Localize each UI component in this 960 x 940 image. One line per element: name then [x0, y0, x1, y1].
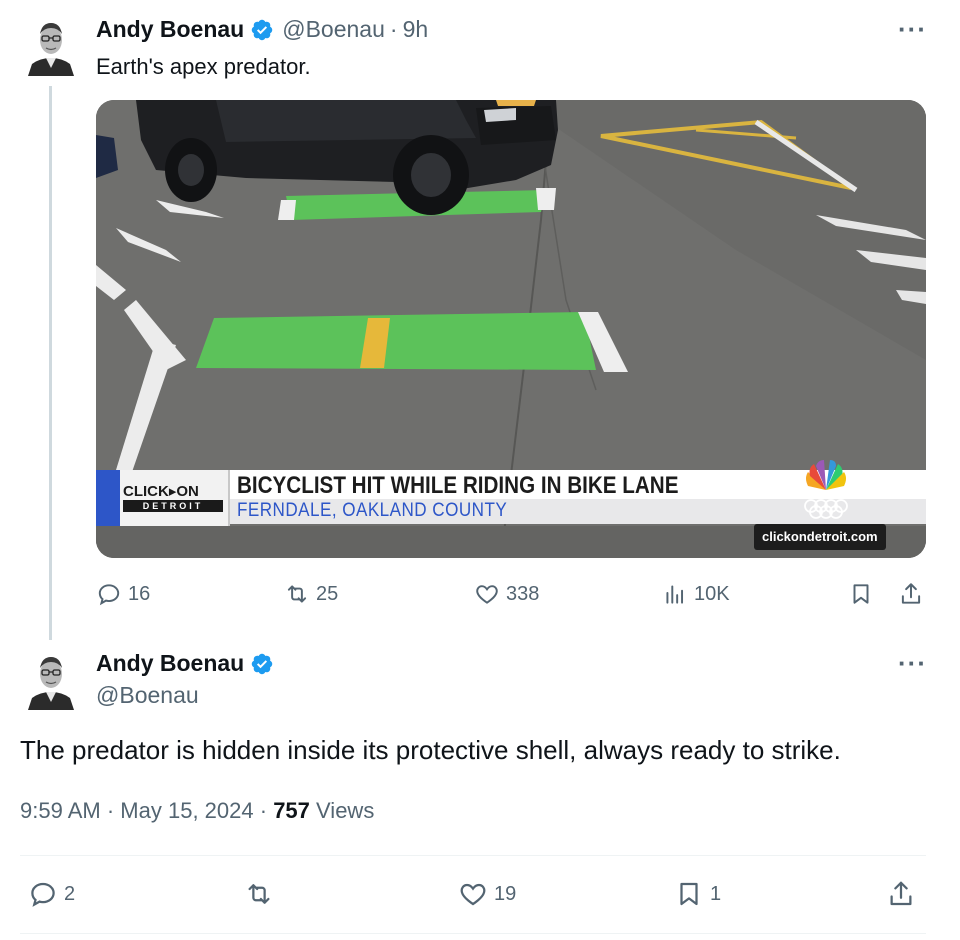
author-handle[interactable]: @Boenau — [282, 16, 385, 43]
repost-button[interactable]: 25 — [284, 581, 338, 607]
reply-count: 2 — [64, 882, 76, 905]
video-media[interactable]: CLICK▸ON DETROIT BICYCLIST HIT WHILE RID… — [96, 100, 926, 558]
bookmark-count: 1 — [710, 882, 722, 905]
heart-icon — [458, 879, 488, 909]
bookmark-button[interactable] — [848, 581, 874, 607]
avatar[interactable] — [22, 14, 80, 76]
heart-icon — [474, 581, 500, 607]
tweet-header: Andy Boenau — [96, 650, 274, 677]
logo-bottom-text: DETROIT — [123, 500, 223, 512]
tweet-text: Earth's apex predator. — [96, 54, 311, 79]
bookmark-icon — [848, 581, 874, 607]
like-button[interactable]: 338 — [474, 581, 539, 607]
share-button[interactable] — [898, 581, 924, 607]
views-label: Views — [316, 798, 375, 823]
repost-button[interactable] — [244, 879, 280, 909]
watermark-text: clickondetroit.com — [754, 524, 886, 550]
view-count: 10K — [694, 582, 730, 605]
tweet-text: The predator is hidden inside its protec… — [20, 735, 841, 765]
reply-icon — [96, 581, 122, 607]
tweet-time[interactable]: 9h — [403, 16, 429, 43]
repost-icon — [284, 581, 310, 607]
repost-count: 25 — [316, 582, 339, 605]
views-button[interactable]: 10K — [662, 581, 730, 607]
share-icon — [886, 879, 916, 909]
divider — [20, 933, 926, 934]
reply-button[interactable]: 2 — [28, 879, 75, 909]
share-icon — [898, 581, 924, 607]
divider — [20, 855, 926, 856]
like-count: 19 — [494, 882, 517, 905]
bookmark-icon — [674, 879, 704, 909]
more-options-icon[interactable]: ··· — [898, 16, 927, 42]
news-headline: BICYCLIST HIT WHILE RIDING IN BIKE LANE — [237, 472, 679, 499]
separator-dot: · — [106, 798, 115, 823]
logo-top-text: CLICK▸ON — [123, 483, 199, 500]
bookmark-button[interactable]: 1 — [674, 879, 721, 909]
reply-count: 16 — [128, 582, 151, 605]
lower-third-separator — [228, 470, 230, 526]
tweet-date[interactable]: May 15, 2024 — [120, 798, 253, 823]
author-handle[interactable]: @Boenau — [96, 682, 199, 709]
more-options-icon[interactable]: ··· — [898, 650, 927, 676]
share-button[interactable] — [886, 879, 916, 909]
like-count: 338 — [506, 582, 540, 605]
author-name[interactable]: Andy Boenau — [96, 650, 244, 677]
tweet-time[interactable]: 9:59 AM — [20, 798, 101, 823]
logo-accent-bar — [96, 470, 120, 526]
avatar[interactable] — [22, 648, 80, 710]
views-count: 757 — [273, 798, 310, 823]
separator-dot: · — [259, 798, 268, 823]
analytics-icon — [662, 581, 688, 607]
reply-button[interactable]: 16 — [96, 581, 150, 607]
author-name[interactable]: Andy Boenau — [96, 16, 244, 43]
thread-connector-line — [49, 86, 52, 640]
news-subline: FERNDALE, OAKLAND COUNTY — [237, 500, 508, 521]
tweet-metadata: 9:59 AM · May 15, 2024 · 757 Views — [20, 798, 374, 824]
repost-icon — [244, 879, 274, 909]
station-logo: CLICK▸ON DETROIT — [96, 470, 228, 526]
nbc-peacock-logo — [804, 460, 848, 519]
like-button[interactable]: 19 — [458, 879, 516, 909]
verified-badge-icon — [250, 18, 274, 42]
verified-badge-icon — [250, 652, 274, 676]
reply-icon — [28, 879, 58, 909]
separator-dot: · — [389, 16, 398, 42]
tweet-header: Andy Boenau @Boenau · 9h — [96, 16, 428, 43]
